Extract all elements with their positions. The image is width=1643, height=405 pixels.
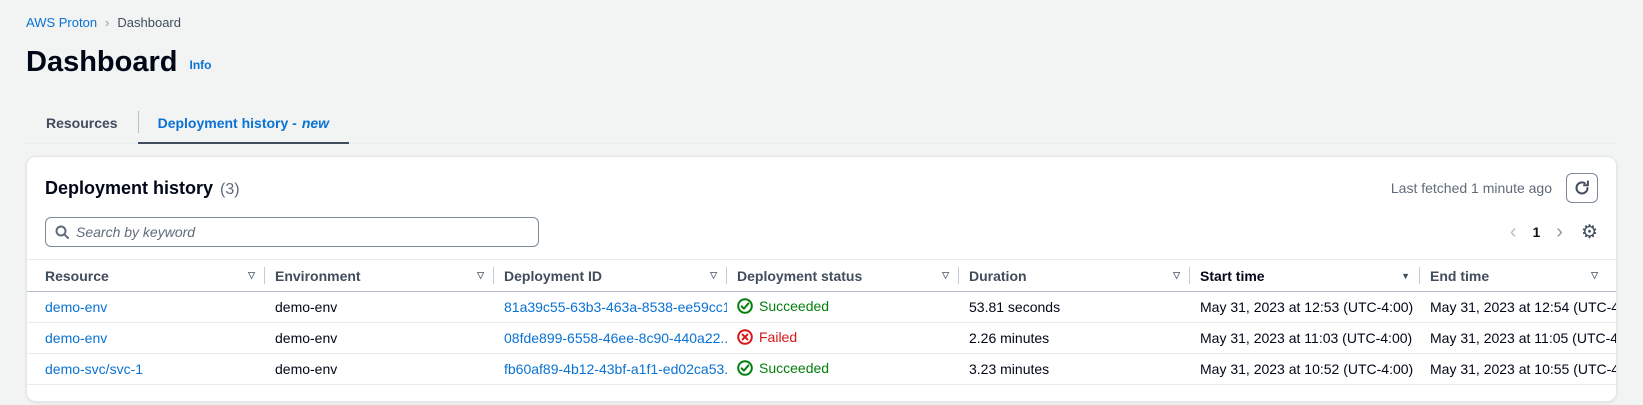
column-label: Environment	[275, 268, 361, 284]
column-header-resource[interactable]: Resource ▽	[27, 260, 265, 292]
start-time-cell: May 31, 2023 at 11:03 (UTC-4:00)	[1190, 323, 1420, 354]
info-link[interactable]: Info	[189, 58, 211, 72]
end-time-cell: May 31, 2023 at 11:05 (UTC-4:...	[1420, 323, 1616, 354]
column-header-deployment-id[interactable]: Deployment ID ▽	[494, 260, 727, 292]
start-time-cell: May 31, 2023 at 10:52 (UTC-4:00)	[1190, 354, 1420, 385]
search-box	[45, 217, 539, 247]
error-icon	[737, 329, 753, 345]
page-header: Dashboard Info	[26, 46, 1617, 79]
environment-cell: demo-env	[265, 323, 494, 354]
sort-icon[interactable]: ▽	[248, 270, 255, 281]
column-label: Resource	[45, 268, 109, 284]
success-icon	[737, 298, 753, 314]
column-header-end-time[interactable]: End time ▽	[1420, 260, 1616, 292]
tab-resources-label: Resources	[46, 115, 118, 131]
next-page-button[interactable]: ›	[1556, 222, 1563, 242]
panel-title: Deployment history	[45, 178, 213, 199]
resource-cell: demo-svc/svc-1	[27, 354, 265, 385]
table-header-row: Resource ▽ Environment ▽ Deployment ID ▽ De…	[27, 260, 1616, 292]
sort-icon[interactable]: ▽	[477, 270, 484, 281]
deployment-id-link[interactable]: 08fde899-6558-46ee-8c90-440a22...	[504, 330, 727, 346]
resource-cell: demo-env	[27, 323, 265, 354]
refresh-button[interactable]	[1566, 173, 1598, 203]
tab-resources[interactable]: Resources	[26, 103, 138, 143]
duration-cell: 53.81 seconds	[959, 292, 1190, 323]
column-label: Deployment status	[737, 268, 862, 284]
search-icon	[54, 224, 70, 240]
tab-new-badge: new	[302, 115, 329, 131]
deployment-id-cell: 81a39c55-63b3-463a-8538-ee59cc1...	[494, 292, 727, 323]
tabs: Resources Deployment history - new	[26, 103, 1617, 144]
breadcrumb: AWS Proton › Dashboard	[26, 0, 1617, 30]
deployment-history-table: Resource ▽ Environment ▽ Deployment ID ▽ De…	[27, 259, 1616, 385]
status-label: Succeeded	[759, 360, 829, 376]
column-header-duration[interactable]: Duration ▽	[959, 260, 1190, 292]
deployment-status-cell: Succeeded	[727, 354, 959, 385]
deployment-id-cell: 08fde899-6558-46ee-8c90-440a22...	[494, 323, 727, 354]
aws-proton-dashboard-page: AWS Proton › Dashboard Dashboard Info Re…	[0, 0, 1643, 402]
pagination: ‹ 1 › ⚙	[1510, 222, 1598, 242]
deployment-id-link[interactable]: fb60af89-4b12-43bf-a1f1-ed02ca53...	[504, 361, 727, 377]
tab-deployment-history[interactable]: Deployment history - new	[138, 103, 349, 143]
resource-cell: demo-env	[27, 292, 265, 323]
end-time-cell: May 31, 2023 at 12:54 (UTC-4:...	[1420, 292, 1616, 323]
sort-descending-icon[interactable]: ▼	[1401, 271, 1410, 281]
table-row: demo-env demo-env 81a39c55-63b3-463a-853…	[27, 292, 1616, 323]
current-page[interactable]: 1	[1532, 224, 1540, 240]
panel-count: (3)	[220, 181, 240, 199]
breadcrumb-separator-icon: ›	[105, 15, 109, 30]
environment-cell: demo-env	[265, 292, 494, 323]
column-header-start-time[interactable]: Start time ▼	[1190, 260, 1420, 292]
last-fetched-text: Last fetched 1 minute ago	[1391, 180, 1552, 196]
settings-button[interactable]: ⚙	[1581, 223, 1598, 242]
deployment-status-cell: Succeeded	[727, 292, 959, 323]
sort-icon[interactable]: ▽	[1591, 270, 1598, 281]
column-label: End time	[1430, 268, 1489, 284]
column-header-environment[interactable]: Environment ▽	[265, 260, 494, 292]
column-header-deployment-status[interactable]: Deployment status ▽	[727, 260, 959, 292]
table-toolbar: ‹ 1 › ⚙	[27, 211, 1616, 259]
resource-link[interactable]: demo-svc/svc-1	[45, 361, 143, 377]
sort-icon[interactable]: ▽	[1173, 270, 1180, 281]
end-time-cell: May 31, 2023 at 10:55 (UTC-4:...	[1420, 354, 1616, 385]
resource-link[interactable]: demo-env	[45, 330, 107, 346]
column-label: Deployment ID	[504, 268, 602, 284]
sort-icon[interactable]: ▽	[942, 270, 949, 281]
environment-cell: demo-env	[265, 354, 494, 385]
search-input[interactable]	[45, 217, 539, 247]
table-row: demo-svc/svc-1 demo-env fb60af89-4b12-43…	[27, 354, 1616, 385]
start-time-cell: May 31, 2023 at 12:53 (UTC-4:00)	[1190, 292, 1420, 323]
tab-deployment-history-label: Deployment history -	[158, 115, 297, 131]
status-label: Succeeded	[759, 298, 829, 314]
table-row: demo-env demo-env 08fde899-6558-46ee-8c9…	[27, 323, 1616, 354]
panel-header-actions: Last fetched 1 minute ago	[1391, 173, 1598, 203]
column-label: Start time	[1200, 268, 1265, 284]
status-label: Failed	[759, 329, 797, 345]
success-icon	[737, 360, 753, 376]
sort-icon[interactable]: ▽	[710, 270, 717, 281]
breadcrumb-current: Dashboard	[117, 15, 181, 30]
gear-icon: ⚙	[1581, 222, 1598, 243]
deployment-id-link[interactable]: 81a39c55-63b3-463a-8538-ee59cc1...	[504, 299, 727, 315]
page-title: Dashboard	[26, 46, 177, 79]
refresh-icon	[1574, 180, 1590, 196]
column-label: Duration	[969, 268, 1027, 284]
resource-link[interactable]: demo-env	[45, 299, 107, 315]
deployment-status-cell: Failed	[727, 323, 959, 354]
panel-header: Deployment history (3) Last fetched 1 mi…	[27, 157, 1616, 211]
deployment-history-panel: Deployment history (3) Last fetched 1 mi…	[26, 156, 1617, 402]
panel-title-group: Deployment history (3)	[45, 178, 240, 199]
duration-cell: 2.26 minutes	[959, 323, 1190, 354]
previous-page-button[interactable]: ‹	[1510, 222, 1517, 242]
breadcrumb-link-aws-proton[interactable]: AWS Proton	[26, 15, 97, 30]
duration-cell: 3.23 minutes	[959, 354, 1190, 385]
deployment-id-cell: fb60af89-4b12-43bf-a1f1-ed02ca53...	[494, 354, 727, 385]
